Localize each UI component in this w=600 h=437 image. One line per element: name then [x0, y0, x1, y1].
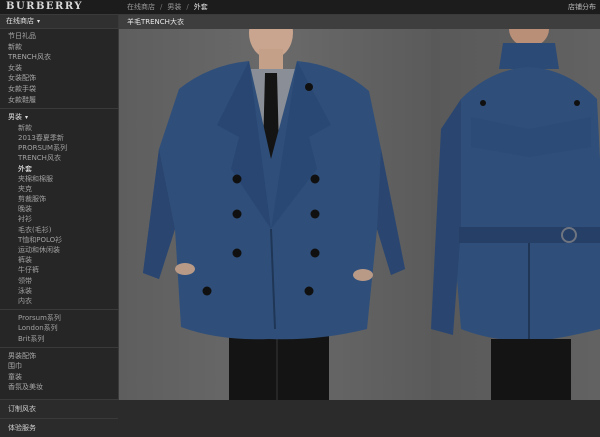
sidebar-sub-shirts[interactable]: 衬衫 — [0, 214, 118, 224]
sidebar-item-children[interactable]: 童装 — [0, 372, 118, 383]
breadcrumb-menswear[interactable]: 男装 — [167, 3, 181, 11]
sidebar-item-womens-bags[interactable]: 女款手袋 — [0, 84, 118, 95]
page-title: 羊毛TRENCH大衣 — [119, 15, 600, 29]
store-locator-link[interactable]: 店铺分布 — [568, 0, 596, 14]
chevron-down-icon: ▾ — [25, 114, 29, 122]
sidebar-sub-new[interactable]: 新款 — [0, 123, 118, 133]
sidebar-section-menswear[interactable]: 男装 ▾ — [0, 112, 118, 123]
coat-back-illustration — [431, 29, 600, 400]
divider — [0, 309, 118, 311]
sidebar-item-scarves[interactable]: 围巾 — [0, 361, 118, 372]
sidebar-sub-knitwear[interactable]: 毛衣(毛衫) — [0, 225, 118, 235]
sidebar-section-label: 男装 — [8, 113, 22, 122]
sidebar: 在线商店 ▾ 节日礼品 新款 TRENCH风衣 女装 女装配饰 女款手袋 女款鞋履… — [0, 15, 119, 432]
sidebar-sub-trench[interactable]: TRENCH风衣 — [0, 153, 118, 163]
divider — [0, 346, 118, 348]
sidebar-sub-trousers[interactable]: 裤装 — [0, 255, 118, 265]
sidebar-sub-jackets[interactable]: 夹克 — [0, 184, 118, 194]
sidebar-sub-evening[interactable]: 晚装 — [0, 204, 118, 214]
sidebar-link-experience[interactable]: 体验服务 — [0, 418, 118, 437]
sidebar-link-bespoke-trench[interactable]: 订制风衣 — [0, 399, 118, 418]
sidebar-item-gifts[interactable]: 节日礼品 — [0, 31, 118, 42]
brand-logo[interactable]: BURBERRY — [6, 0, 83, 14]
sidebar-sub-sportswear[interactable]: 运动和休闲装 — [0, 245, 118, 255]
sidebar-sub-quilted[interactable]: 夹棉和棉服 — [0, 174, 118, 184]
sidebar-sub-underwear[interactable]: 内衣 — [0, 296, 118, 306]
sidebar-sub-ties[interactable]: 领带 — [0, 276, 118, 286]
sidebar-sub-outerwear[interactable]: 外套 — [0, 164, 118, 174]
sidebar-item-womens-shoes[interactable]: 女款鞋履 — [0, 95, 118, 106]
sidebar-item-beauty[interactable]: 香氛及美妆 — [0, 382, 118, 393]
product-image-back[interactable] — [431, 29, 600, 400]
sidebar-item-womens[interactable]: 女装 — [0, 63, 118, 74]
sidebar-line-london[interactable]: London系列 — [0, 323, 118, 333]
breadcrumb-separator: / — [160, 3, 163, 11]
sidebar-item-trench[interactable]: TRENCH风衣 — [0, 52, 118, 63]
sidebar-heading[interactable]: 在线商店 ▾ — [0, 15, 118, 29]
product-image-front[interactable] — [119, 29, 429, 400]
breadcrumb-separator: / — [186, 3, 189, 11]
divider — [0, 108, 118, 110]
sidebar-sub-tailoring[interactable]: 剪裁服饰 — [0, 194, 118, 204]
sidebar-item-mens-accessories[interactable]: 男装配饰 — [0, 351, 118, 362]
coat-front-illustration — [143, 29, 405, 400]
sidebar-sub-ss2013[interactable]: 2013春夏季新 — [0, 133, 118, 143]
top-bar: BURBERRY 在线商店 / 男装 / 外套 店铺分布 — [0, 0, 600, 15]
sidebar-line-prorsum[interactable]: Prorsum系列 — [0, 313, 118, 323]
breadcrumb: 在线商店 / 男装 / 外套 — [127, 0, 208, 14]
sidebar-sub-swimwear[interactable]: 泳装 — [0, 286, 118, 296]
sidebar-item-womens-accessories[interactable]: 女装配饰 — [0, 73, 118, 84]
breadcrumb-store[interactable]: 在线商店 — [127, 3, 155, 11]
chevron-down-icon: ▾ — [37, 18, 41, 25]
sidebar-item-new[interactable]: 新款 — [0, 42, 118, 53]
sidebar-heading-label: 在线商店 — [6, 17, 34, 25]
sidebar-sub-tshirts-polos[interactable]: T恤和POLO衫 — [0, 235, 118, 245]
breadcrumb-current: 外套 — [193, 3, 208, 11]
sidebar-sub-prorsum[interactable]: PRORSUM系列 — [0, 143, 118, 153]
main-content: 羊毛TRENCH大衣 — [119, 15, 600, 400]
sidebar-line-brit[interactable]: Brit系列 — [0, 334, 118, 344]
sidebar-sub-denim[interactable]: 牛仔裤 — [0, 265, 118, 275]
